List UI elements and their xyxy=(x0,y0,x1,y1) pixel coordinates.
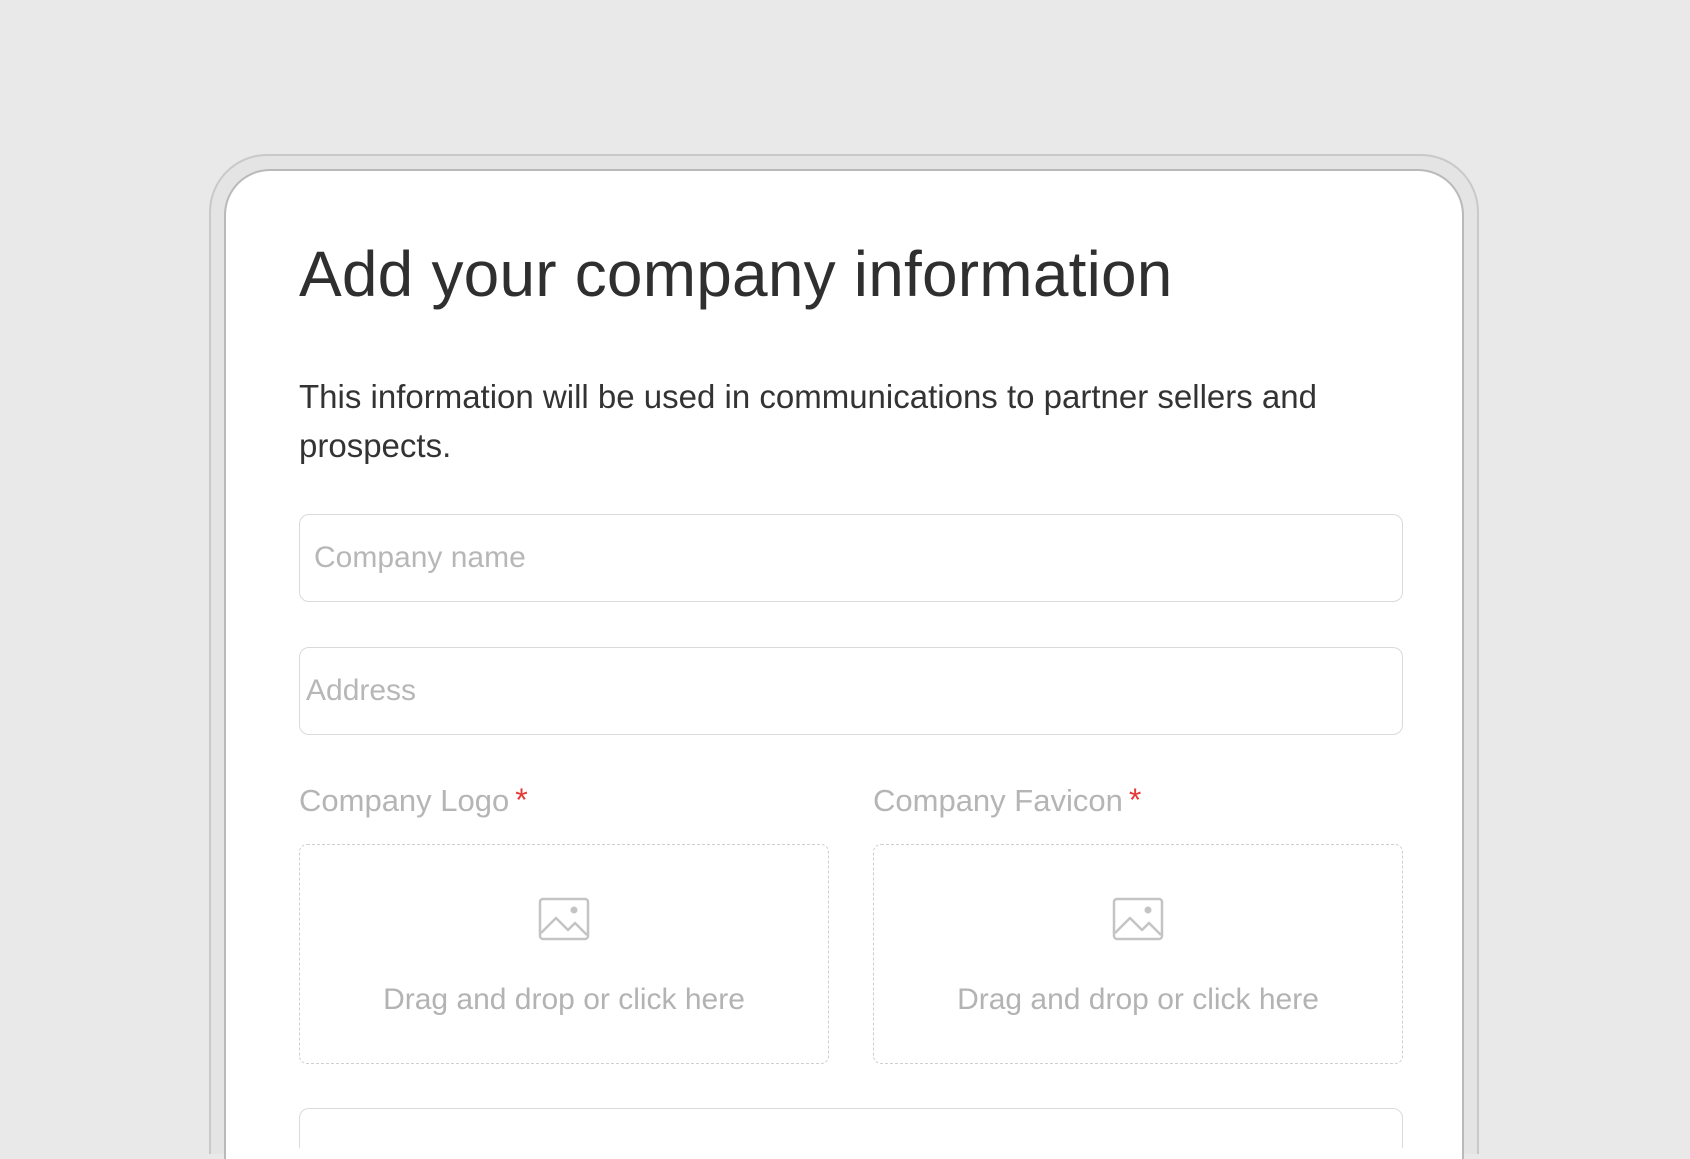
form-description: This information will be used in communi… xyxy=(299,378,1317,464)
address-input[interactable] xyxy=(299,647,1403,735)
next-input-field[interactable] xyxy=(299,1108,1403,1148)
company-favicon-label: Company Favicon * xyxy=(873,780,1141,821)
company-favicon-label-text: Company Favicon xyxy=(873,783,1123,818)
dropzone-hint: Drag and drop or click here xyxy=(383,983,745,1016)
image-icon xyxy=(1112,897,1164,941)
required-asterisk: * xyxy=(1128,782,1142,818)
required-asterisk: * xyxy=(515,782,528,818)
image-icon xyxy=(538,897,590,941)
company-logo-label-text: Company Logo xyxy=(299,783,510,818)
company-favicon-dropzone[interactable]: Drag and drop or click here xyxy=(873,844,1403,1064)
company-name-input[interactable] xyxy=(299,514,1403,602)
company-logo-dropzone[interactable]: Drag and drop or click here xyxy=(299,844,829,1064)
dropzone-hint: Drag and drop or click here xyxy=(957,983,1319,1016)
page-title: Add your company information xyxy=(299,238,1173,310)
company-logo-label: Company Logo * xyxy=(299,780,528,821)
